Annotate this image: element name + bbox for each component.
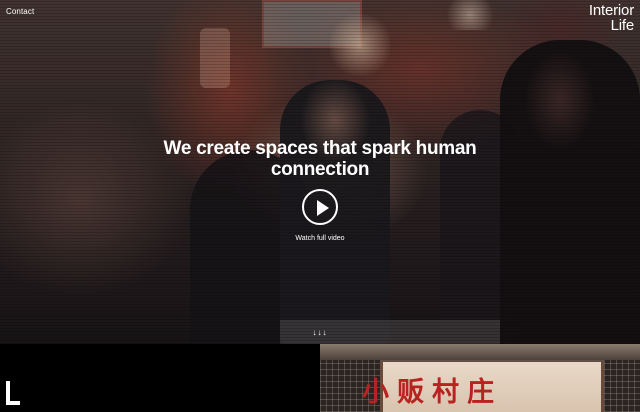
gallery-sign-text: 小贩村庄	[362, 377, 502, 408]
footer-logo-panel	[0, 344, 320, 412]
gallery-image[interactable]: 小贩村庄	[320, 344, 640, 412]
logo-mark-vertical	[6, 381, 10, 401]
gallery-lattice-right	[604, 360, 640, 412]
brand-line-1: Interior	[588, 2, 634, 19]
brand-line-2: Life	[610, 17, 635, 34]
contact-link[interactable]: Contact	[6, 7, 34, 16]
watch-video-link[interactable]: Watch full video	[260, 235, 380, 242]
brand-logo[interactable]: Interior Life	[589, 3, 634, 33]
hero-headline: We create spaces that spark human connec…	[163, 138, 477, 180]
gallery-roof	[320, 344, 640, 360]
logo-l-mark-icon[interactable]	[6, 381, 20, 405]
scroll-down-icon[interactable]: ↓↓↓	[300, 328, 340, 337]
hero-video-section[interactable]: Contact Interior Life We create spaces t…	[0, 0, 640, 344]
logo-mark-horizontal	[6, 401, 20, 405]
play-icon[interactable]	[302, 189, 338, 225]
